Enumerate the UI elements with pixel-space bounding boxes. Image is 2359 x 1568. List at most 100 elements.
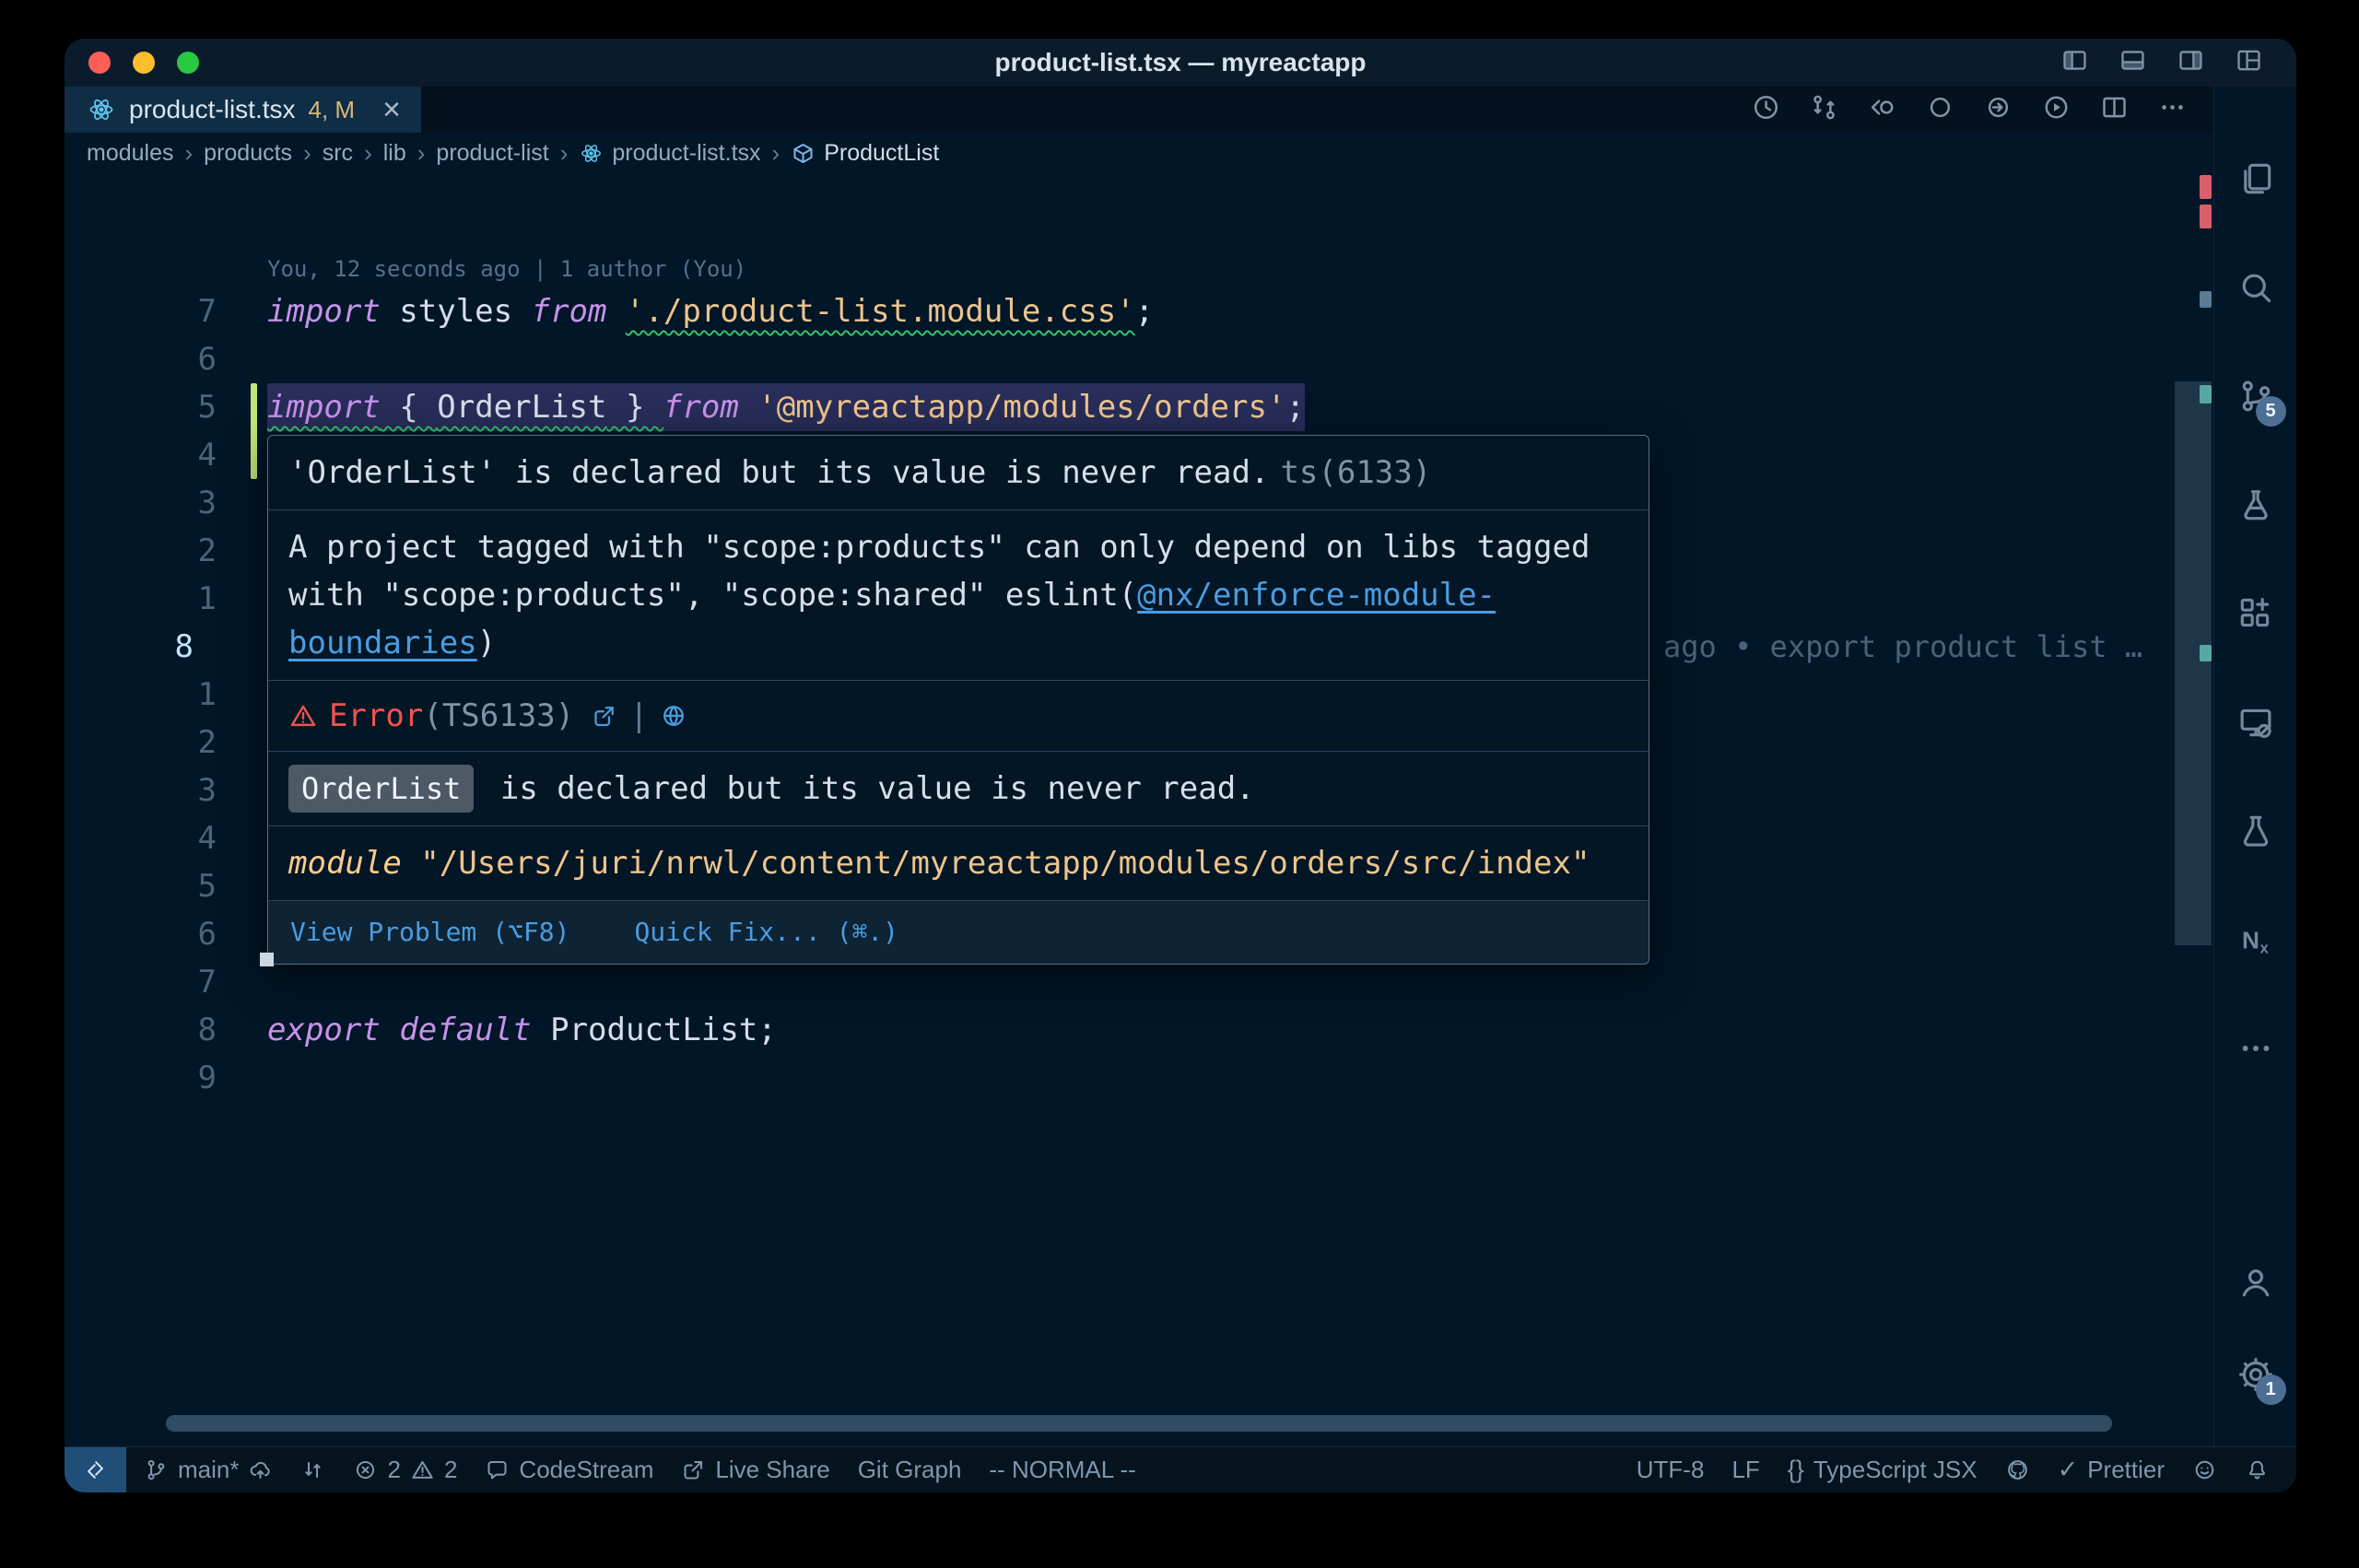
hover-resize-grip[interactable]	[260, 953, 274, 966]
code-line[interactable]: 7import styles from './product-list.modu…	[65, 287, 2213, 335]
close-window-button[interactable]	[88, 52, 111, 74]
code-token: '@myreactapp/modules/orders'	[757, 389, 1285, 426]
status-codestream[interactable]: CodeStream	[471, 1447, 667, 1492]
status-encoding[interactable]: UTF-8	[1623, 1447, 1719, 1492]
activity-nx-console[interactable]: Nx	[2236, 919, 2276, 960]
code-token: export	[267, 1012, 381, 1048]
activity-source-control[interactable]: 5	[2236, 376, 2276, 416]
layout-controls	[2060, 46, 2263, 79]
braces-icon: {}	[1788, 1457, 1804, 1482]
open-changes-button[interactable]	[1867, 92, 1897, 127]
play-circle-icon	[2041, 92, 2071, 123]
breadcrumb-item-modules[interactable]: modules	[87, 140, 174, 167]
activity-search[interactable]	[2236, 267, 2276, 308]
activity-testing[interactable]	[2236, 811, 2276, 851]
activity-additional-views[interactable]	[2236, 1028, 2276, 1069]
activity-run-and-debug[interactable]	[2236, 485, 2276, 525]
overview-ruler-mark	[2200, 385, 2212, 404]
split-editor-button[interactable]	[2099, 92, 2130, 127]
toggle-right-sidebar-button[interactable]	[2177, 46, 2205, 79]
line-number: 7	[65, 287, 217, 335]
code-line[interactable]: 5import { OrderList } from '@myreactapp/…	[65, 383, 2213, 431]
next-change-button[interactable]	[1983, 92, 2013, 127]
external-link-icon[interactable]	[591, 702, 618, 730]
code-line[interactable]: 9	[65, 1054, 2213, 1102]
remote-icon	[83, 1457, 108, 1482]
timeline-button[interactable]	[1751, 92, 1781, 127]
activity-accounts[interactable]	[2236, 1262, 2276, 1303]
debug-flask-icon	[2236, 486, 2275, 524]
status-live-share[interactable]: Live Share	[667, 1447, 843, 1492]
status-feedback[interactable]	[2178, 1447, 2231, 1492]
view-problem-link[interactable]: View Problem (⌥F8)	[290, 914, 569, 951]
tab-close-icon[interactable]: ×	[382, 94, 401, 125]
breadcrumb-item-lib[interactable]: lib	[383, 140, 406, 167]
code-token: OrderList	[437, 389, 606, 426]
breadcrumb-label: ProductList	[824, 140, 939, 167]
code-editor[interactable]: You, 12 seconds ago | 1 author (You) 7im…	[65, 173, 2213, 1446]
activity-settings[interactable]: 1	[2236, 1354, 2276, 1395]
breadcrumb-item-products[interactable]: products	[204, 140, 292, 167]
status-prettier[interactable]: ✓Prettier	[2044, 1447, 2178, 1492]
activity-remote-explorer[interactable]	[2236, 702, 2276, 743]
code-line[interactable]: 8export default ProductList;	[65, 1006, 2213, 1054]
live-share-icon	[681, 1457, 706, 1482]
panel-right-icon	[2177, 46, 2205, 75]
editor-actions	[1751, 87, 2188, 133]
status-problems[interactable]: 22	[339, 1447, 471, 1492]
breadcrumb-separator: ›	[364, 139, 372, 168]
breadcrumb-item-product-list[interactable]: product-list	[436, 140, 548, 167]
hover-message: 'OrderList' is declared but its value is…	[288, 454, 1269, 491]
code-token: import	[267, 389, 381, 426]
status-vim-mode[interactable]: -- NORMAL --	[975, 1447, 1149, 1492]
editor-group: product-list.tsx 4, M × modules › products…	[65, 87, 2213, 1446]
code-line[interactable]: 6	[65, 335, 2213, 383]
activity-explorer[interactable]	[2236, 158, 2276, 199]
status-remote-indicator[interactable]	[65, 1447, 126, 1492]
code-token: './product-list.module.css'	[626, 293, 1135, 330]
git-codelens[interactable]: You, 12 seconds ago | 1 author (You)	[267, 251, 2213, 287]
split-editor-icon	[2099, 92, 2130, 123]
customize-layout-button[interactable]	[2235, 46, 2263, 79]
breadcrumb-item-src[interactable]: src	[323, 140, 353, 167]
tab-bar: product-list.tsx 4, M ×	[65, 87, 2213, 133]
status-text: Live Share	[715, 1456, 829, 1484]
code-token: ProductList;	[550, 1012, 777, 1048]
tab-product-list[interactable]: product-list.tsx 4, M ×	[65, 87, 421, 133]
breadcrumb-label: product-list.tsx	[612, 140, 760, 167]
hover-lint-message: A project tagged with "scope:products" c…	[268, 510, 1649, 681]
vertical-scrollbar[interactable]	[2175, 381, 2212, 945]
minimize-window-button[interactable]	[133, 52, 155, 74]
extensions-icon	[2236, 594, 2275, 633]
status-right: UTF-8LF{}TypeScript JSX ✓Prettier	[1623, 1447, 2296, 1492]
quick-fix-link[interactable]: Quick Fix... (⌘.)	[634, 914, 898, 951]
zoom-window-button[interactable]	[177, 52, 199, 74]
lint-text-close: )	[477, 625, 496, 661]
status-github[interactable]	[1991, 1447, 2044, 1492]
status-eol[interactable]: LF	[1718, 1447, 1773, 1492]
horizontal-scrollbar[interactable]	[166, 1415, 2112, 1432]
compare-changes-button[interactable]	[1809, 92, 1839, 127]
globe-icon[interactable]	[660, 702, 687, 730]
breadcrumb-item-product-list-tsx[interactable]: product-list.tsx	[579, 140, 760, 167]
cloud-upload-icon	[248, 1457, 273, 1482]
code-line[interactable]: 7	[65, 958, 2213, 1006]
activity-badge: 1	[2256, 1375, 2286, 1405]
check-icon: ✓	[2058, 1457, 2079, 1482]
status-gitlens-compare[interactable]	[287, 1447, 339, 1492]
bell-icon	[2245, 1457, 2270, 1482]
breadcrumb-item-productlist[interactable]: ProductList	[791, 140, 939, 167]
run-file-button[interactable]	[2041, 92, 2071, 127]
activity-extensions[interactable]	[2236, 593, 2276, 634]
line-number: 8	[65, 1006, 217, 1054]
code-token: from	[663, 389, 739, 426]
previous-change-button[interactable]	[1925, 92, 1955, 127]
more-actions-button[interactable]	[2157, 92, 2188, 127]
status-notifications[interactable]	[2231, 1447, 2283, 1492]
toggle-panel-button[interactable]	[2118, 46, 2147, 79]
toggle-left-sidebar-button[interactable]	[2060, 46, 2089, 79]
svg-text:N: N	[2241, 926, 2259, 954]
status-git-graph[interactable]: Git Graph	[844, 1447, 976, 1492]
status-git-branch[interactable]: main*	[130, 1447, 287, 1492]
status-language-mode[interactable]: {}TypeScript JSX	[1774, 1447, 1991, 1492]
